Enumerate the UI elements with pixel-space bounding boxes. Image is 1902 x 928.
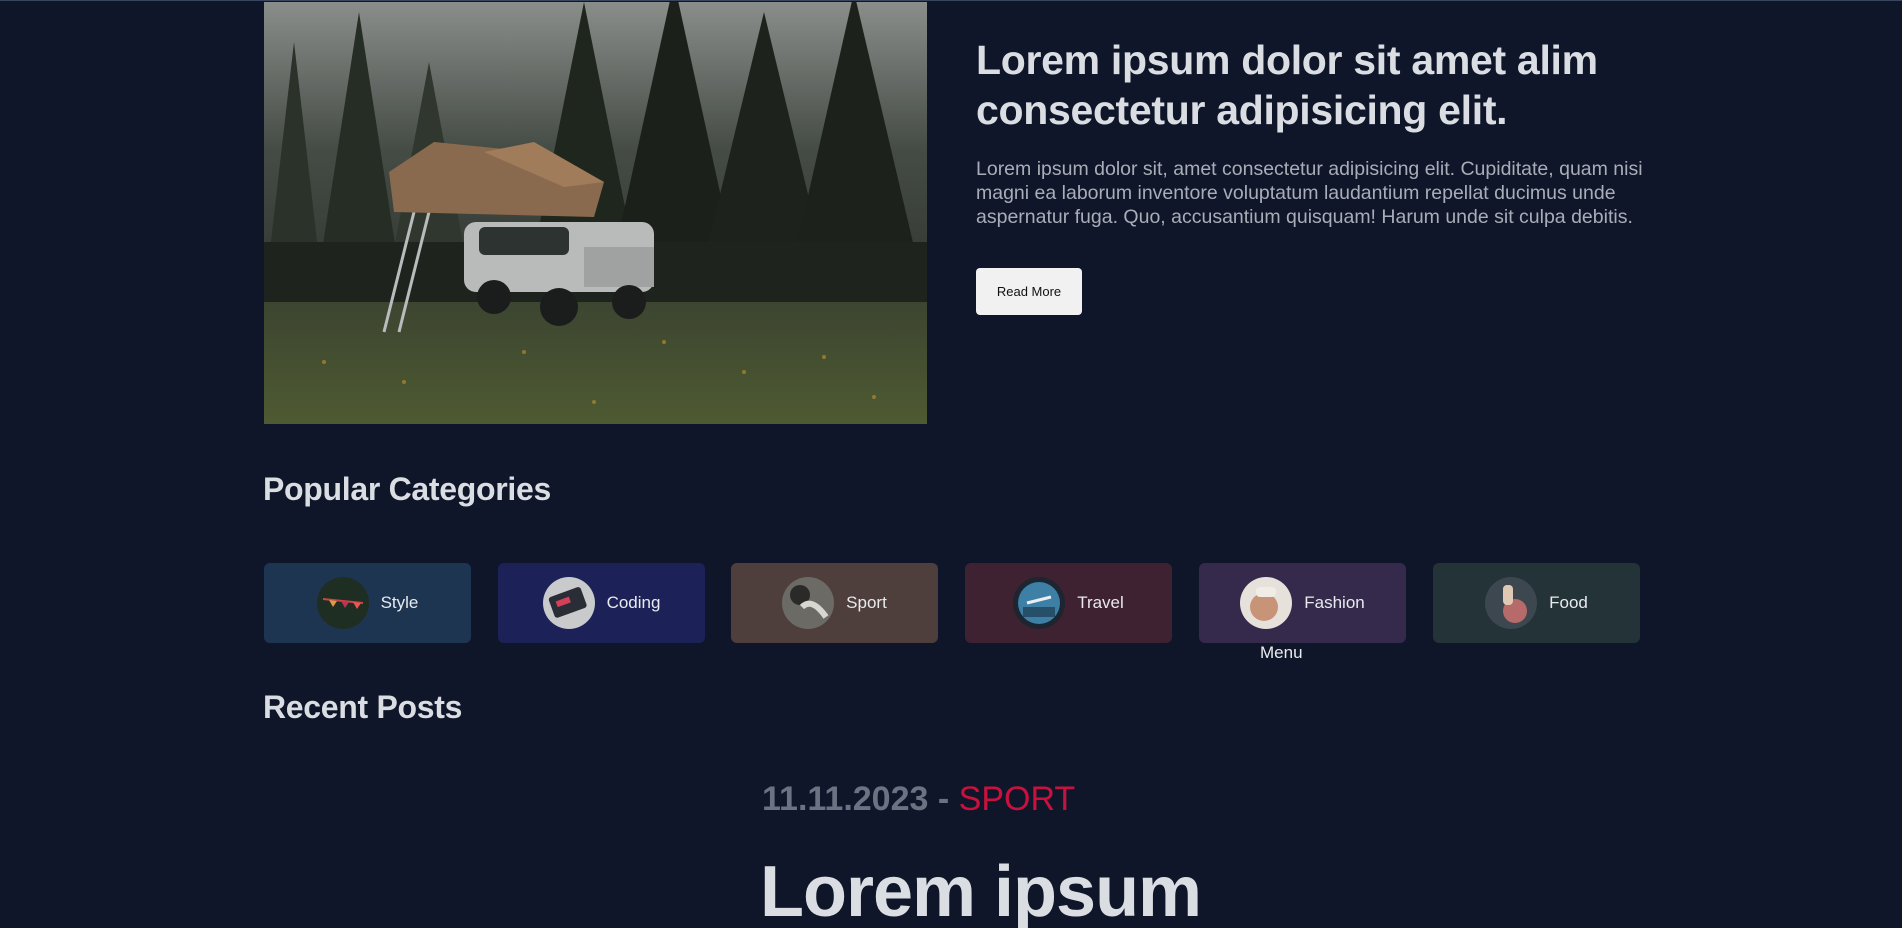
hero-description: Lorem ipsum dolor sit, amet consectetur … <box>976 158 1643 228</box>
post-category-tag[interactable]: SPORT <box>959 780 1076 818</box>
category-label: Travel <box>1077 593 1124 612</box>
hero-image <box>264 2 927 424</box>
category-sport[interactable]: Sport <box>731 563 938 643</box>
category-style[interactable]: Style <box>264 563 471 643</box>
category-fashion[interactable]: Fashion <box>1199 563 1406 643</box>
hero-text: Lorem ipsum dolor sit amet alim consecte… <box>976 35 1656 229</box>
recent-posts-title: Recent Posts <box>263 689 463 725</box>
hero-title: Lorem ipsum dolor sit amet alim consecte… <box>976 37 1598 133</box>
post-meta-separator: - <box>928 780 959 818</box>
post-date: 11.11.2023 <box>762 780 929 818</box>
food-thumbnail-icon <box>1485 577 1538 629</box>
category-label: Food <box>1549 593 1588 612</box>
category-coding[interactable]: Coding <box>498 563 705 643</box>
post-meta: 11.11.2023 - SPORT <box>762 780 1075 819</box>
category-label: Fashion <box>1304 593 1365 612</box>
fashion-thumbnail-icon <box>1240 577 1293 629</box>
style-thumbnail-icon <box>316 577 369 629</box>
category-label: Coding <box>606 593 661 612</box>
sport-thumbnail-icon <box>782 577 835 629</box>
travel-thumbnail-icon <box>1013 577 1066 629</box>
category-label: Style <box>380 593 419 612</box>
read-more-button[interactable]: Read More <box>976 268 1082 315</box>
category-label: Sport <box>846 593 887 612</box>
coding-thumbnail-icon <box>542 577 595 629</box>
menu-label[interactable]: Menu <box>1260 643 1303 663</box>
post-title[interactable]: Lorem ipsum <box>760 847 1202 928</box>
category-travel[interactable]: Travel <box>965 563 1172 643</box>
popular-categories-title: Popular Categories <box>263 471 552 507</box>
category-food[interactable]: Food <box>1433 563 1640 643</box>
